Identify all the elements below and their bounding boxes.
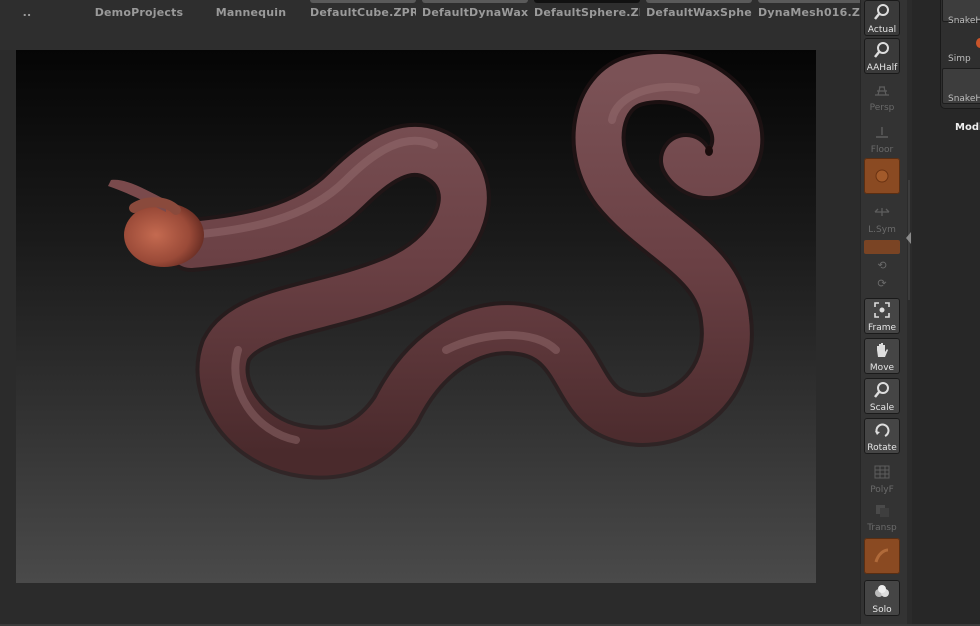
polyframe-icon — [874, 465, 890, 479]
solo-button[interactable]: Solo — [864, 580, 900, 616]
lsym-label: L.Sym — [868, 225, 896, 235]
perspective-grid-icon — [875, 86, 889, 96]
xyz-toggle-button[interactable] — [864, 240, 900, 254]
scale-button[interactable]: Scale — [864, 378, 900, 414]
viewport-canvas[interactable] — [16, 50, 816, 583]
file-item-demoprojects[interactable]: DemoProjects — [86, 0, 192, 28]
collapse-arrow-icon[interactable] — [906, 232, 911, 244]
lsym-button[interactable]: L.Sym — [864, 200, 900, 236]
transp-button[interactable]: Transp — [864, 498, 900, 534]
frame-icon — [874, 302, 890, 318]
ghost-toggle-button[interactable] — [864, 538, 900, 574]
file-item-defaultwaxsphere[interactable]: DefaultWaxSphe — [646, 0, 752, 28]
snake-model[interactable] — [16, 50, 816, 583]
rotate-y-icon[interactable]: ⟲ — [876, 260, 888, 272]
solo-label: Solo — [872, 605, 892, 615]
file-item-mannequin[interactable]: Mannequin — [198, 0, 304, 28]
snake-head — [124, 203, 204, 267]
scale-label: Scale — [869, 403, 895, 413]
rotate-label: Rotate — [867, 443, 897, 453]
local-toggle-button[interactable] — [864, 158, 900, 194]
actual-label: Actual — [867, 25, 897, 35]
magnifier-icon — [874, 382, 889, 398]
file-browser-strip: .. DemoProjects Mannequin DefaultCube.ZP… — [0, 0, 864, 50]
move-label: Move — [869, 363, 895, 373]
file-item-defaultdynawax[interactable]: DefaultDynaWax — [422, 0, 528, 28]
transparency-icon — [876, 505, 889, 517]
ghost-icon — [874, 548, 889, 563]
hand-icon — [877, 343, 888, 357]
magnifier-icon — [874, 42, 889, 58]
subtool-label-2: Simp — [948, 54, 971, 64]
polyf-label: PolyF — [870, 485, 894, 495]
file-item-defaultsphere[interactable]: DefaultSphere.ZI — [534, 0, 640, 28]
solo-icon — [875, 585, 889, 597]
subtool-label-1: SnakeH — [948, 16, 980, 26]
floor-icon — [876, 127, 888, 138]
file-item-parent[interactable]: .. — [0, 0, 80, 28]
rotate-button[interactable]: Rotate — [864, 418, 900, 454]
transp-label: Transp — [867, 523, 897, 533]
symmetry-icon — [874, 208, 890, 216]
file-item-defaultcube[interactable]: DefaultCube.ZPR — [310, 0, 416, 28]
frame-label: Frame — [867, 323, 897, 333]
rotate-icon — [875, 423, 890, 437]
right-panel: SnakeH Simp SnakeH Modi — [912, 0, 980, 626]
file-item-dynamesh016[interactable]: DynaMesh016.ZPI — [758, 0, 864, 28]
rotate-z-icon[interactable]: ⟳ — [876, 278, 888, 290]
right-shelf: Actual AAHalf Persp Floor L.Sym ⟲ ⟳ Fram… — [860, 0, 907, 626]
magnifier-icon — [874, 4, 889, 20]
polyf-button[interactable]: PolyF — [864, 460, 900, 496]
aahalf-button[interactable]: AAHalf — [864, 38, 900, 74]
modifiers-heading[interactable]: Modi — [955, 122, 980, 133]
floor-button[interactable]: Floor — [864, 120, 900, 156]
local-icon — [875, 169, 889, 183]
persp-button[interactable]: Persp — [864, 78, 900, 114]
subtool-label-3: SnakeH — [948, 94, 980, 104]
persp-label: Persp — [869, 103, 895, 113]
frame-button[interactable]: Frame — [864, 298, 900, 334]
aahalf-label: AAHalf — [866, 63, 898, 73]
move-button[interactable]: Move — [864, 338, 900, 374]
actual-button[interactable]: Actual — [864, 0, 900, 36]
floor-label: Floor — [870, 145, 894, 155]
